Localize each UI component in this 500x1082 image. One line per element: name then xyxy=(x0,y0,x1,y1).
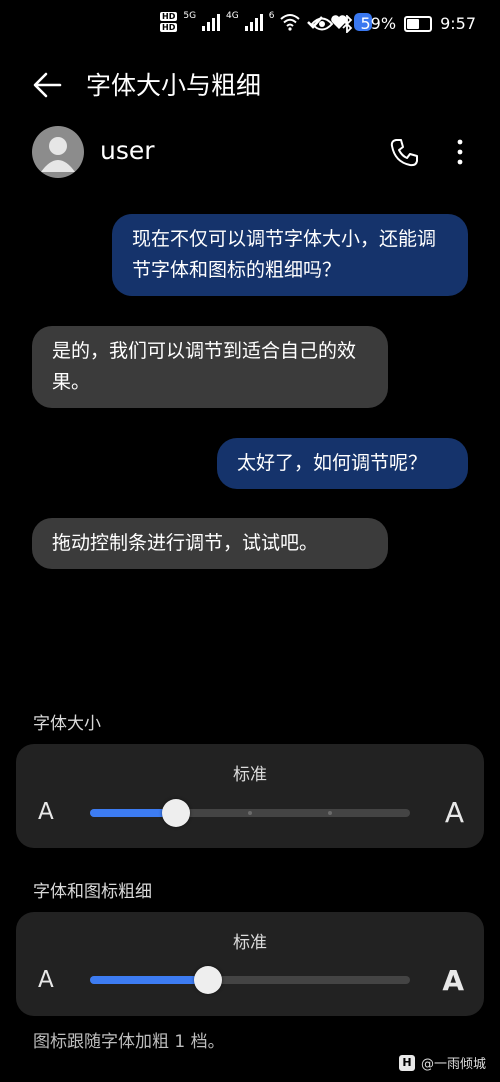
hd-icon: HD xyxy=(160,23,178,32)
wifi-icon xyxy=(280,14,301,31)
font-weight-card: 标准 A A xyxy=(16,912,484,1016)
watermark: H @一雨倾城 xyxy=(398,1053,486,1072)
contact-name: user xyxy=(100,136,155,165)
clock: 9:57 xyxy=(440,14,476,33)
font-size-card: 标准 A A xyxy=(16,744,484,848)
font-weight-section-label: 字体和图标粗细 xyxy=(33,882,152,902)
status-right: 59% 9:57 xyxy=(310,14,476,33)
wifi-standard-label: 6 xyxy=(268,11,275,21)
avatar[interactable] xyxy=(32,126,84,178)
footnote: 图标跟随字体加粗 1 档。 xyxy=(33,1032,225,1052)
signal-icon xyxy=(202,13,221,31)
battery-percent: 59% xyxy=(360,14,397,33)
back-arrow-icon[interactable] xyxy=(30,68,64,102)
font-weight-slider[interactable] xyxy=(90,966,410,994)
watermark-text: @一雨倾城 xyxy=(420,1057,486,1072)
weight-large-a-label: A xyxy=(442,964,464,997)
bluetooth-icon xyxy=(341,14,352,33)
font-weight-slider-fill xyxy=(90,976,208,984)
more-options-icon[interactable] xyxy=(448,134,472,170)
weight-small-a-label: A xyxy=(38,967,54,993)
network-type-label: 4G xyxy=(226,11,239,21)
app-bar: 字体大小与粗细 xyxy=(0,60,500,110)
message-bubble-incoming: 拖动控制条进行调节，试试吧。 xyxy=(32,518,388,569)
hd-icons: HD HD xyxy=(160,12,178,32)
font-size-value-label: 标准 xyxy=(233,765,267,785)
message-bubble-outgoing: 太好了，如何调节呢？ xyxy=(217,438,468,489)
font-size-slider-thumb[interactable] xyxy=(162,799,190,827)
message-bubble-outgoing: 现在不仅可以调节字体大小，还能调节字体和图标的粗细吗？ xyxy=(112,214,468,296)
watermark-logo-icon: H xyxy=(398,1054,415,1071)
slider-step-dot xyxy=(328,811,332,815)
contact-header: user xyxy=(0,124,500,180)
network-type-label: 5G xyxy=(183,11,197,21)
slider-step-dot xyxy=(248,811,252,815)
font-small-a-label: A xyxy=(38,799,54,825)
phone-icon[interactable] xyxy=(388,137,420,169)
signal-icon xyxy=(244,13,263,31)
message-bubble-incoming: 是的，我们可以调节到适合自己的效果。 xyxy=(32,326,388,408)
font-large-a-label: A xyxy=(444,796,464,829)
font-size-slider[interactable] xyxy=(90,799,410,827)
hd-icon: HD xyxy=(160,12,178,21)
status-bar: HD HD 5G 4G 6 59% 9:57 xyxy=(0,0,500,52)
font-weight-slider-thumb[interactable] xyxy=(194,966,222,994)
battery-icon xyxy=(404,15,433,32)
page-title: 字体大小与粗细 xyxy=(86,71,262,100)
eye-icon xyxy=(310,17,333,30)
font-weight-value-label: 标准 xyxy=(233,933,267,953)
person-icon xyxy=(41,137,75,172)
font-size-section-label: 字体大小 xyxy=(33,714,101,734)
